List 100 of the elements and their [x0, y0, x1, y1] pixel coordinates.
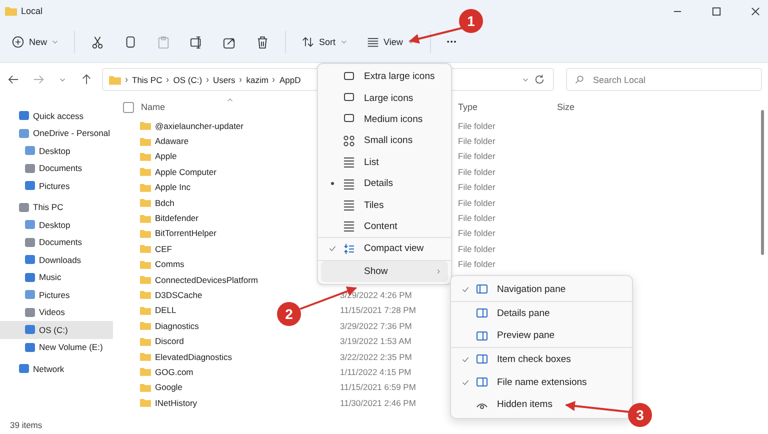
breadcrumb[interactable]: Users — [213, 74, 236, 84]
file-name[interactable]: BitTorrentHelper — [155, 228, 216, 238]
folder-icon — [140, 352, 151, 362]
cut-icon[interactable] — [91, 36, 104, 48]
breadcrumb[interactable]: AppD — [279, 74, 301, 84]
search-icon — [575, 75, 584, 84]
folder-icon — [140, 260, 151, 269]
sort-button[interactable]: Sort — [298, 33, 351, 51]
search-field[interactable]: Search Local — [566, 68, 762, 91]
file-type: File folder — [458, 259, 496, 270]
file-type: File folder — [458, 120, 496, 131]
share-icon[interactable] — [223, 36, 236, 48]
up-icon[interactable] — [81, 74, 92, 85]
menu-item[interactable]: Tiles — [321, 194, 448, 216]
menu-item[interactable]: Details — [321, 172, 448, 194]
folder-icon — [140, 214, 151, 223]
view-button[interactable]: View — [362, 33, 418, 51]
folder-icon — [140, 336, 151, 346]
sidebar-item[interactable]: New Volume (E:) — [0, 338, 113, 356]
sidebar-item[interactable]: Quick access — [0, 107, 113, 124]
file-type: File folder — [458, 166, 496, 177]
breadcrumb[interactable]: This PC — [132, 74, 162, 84]
file-name[interactable]: Google — [155, 382, 182, 392]
menu-item[interactable]: Show › — [321, 260, 448, 282]
file-name[interactable]: Adaware — [155, 136, 189, 146]
file-name[interactable]: Apple — [155, 151, 177, 162]
breadcrumb[interactable]: OS (C:) — [173, 74, 202, 84]
date-modified: 11/30/2021 2:46 PM — [340, 398, 416, 408]
layout-icon — [343, 70, 355, 83]
maximize-icon[interactable] — [712, 6, 721, 16]
column-header[interactable]: Type — [458, 102, 478, 112]
date-modified: 3/29/2022 7:36 PM — [340, 320, 412, 331]
menu-item[interactable]: Hidden items — [454, 393, 629, 416]
menu-item[interactable]: Preview pane — [454, 324, 629, 348]
new-button[interactable]: New — [8, 33, 62, 51]
layout-icon — [343, 134, 355, 147]
sidebar-item[interactable]: OneDrive - Personal — [0, 124, 113, 142]
menu-item[interactable]: Extra large icons — [321, 66, 448, 88]
date-modified: 1/11/2022 4:15 PM — [340, 366, 412, 377]
chevron-right-icon — [125, 76, 128, 82]
file-name[interactable]: CEF — [155, 244, 172, 254]
folder-icon — [140, 367, 151, 376]
sidebar-item[interactable]: Pictures — [0, 286, 113, 304]
scrollbar[interactable] — [761, 110, 764, 255]
file-name[interactable]: @axielauncher-updater — [155, 120, 244, 131]
menu-item[interactable]: List — [321, 152, 448, 173]
file-name[interactable]: Apple Inc — [155, 182, 190, 192]
sidebar-item[interactable]: Documents — [0, 234, 113, 251]
back-icon[interactable] — [8, 74, 19, 85]
date-modified: 11/15/2021 6:59 PM — [340, 382, 416, 392]
folder-icon — [140, 182, 151, 192]
plus-circle-icon — [12, 36, 24, 48]
breadcrumb[interactable]: kazim — [246, 74, 268, 84]
close-icon[interactable] — [751, 6, 760, 16]
file-name[interactable]: Bitdefender — [155, 213, 198, 224]
layout-icon — [343, 199, 355, 212]
menu-item[interactable]: File name extensions — [454, 370, 629, 394]
sidebar-item[interactable]: Pictures — [0, 177, 113, 194]
caret-icon — [52, 40, 58, 44]
menu-item[interactable]: Item check boxes — [454, 348, 629, 371]
select-all-checkbox[interactable] — [123, 102, 134, 112]
file-name[interactable]: GOG.com — [155, 366, 194, 377]
annotation-arrow — [565, 401, 630, 413]
file-name[interactable]: DELL — [155, 305, 176, 316]
file-name[interactable]: Bdch — [155, 198, 174, 208]
sidebar-item[interactable]: Music — [0, 268, 113, 286]
sidebar-item[interactable]: Network — [0, 360, 113, 378]
file-name[interactable]: D3DSCache — [155, 290, 202, 300]
file-name[interactable]: Apple Computer — [155, 166, 216, 177]
menu-item[interactable]: Small icons — [321, 130, 448, 152]
menu-item[interactable]: Navigation pane — [454, 278, 629, 301]
column-header[interactable]: Size — [557, 102, 575, 112]
layout-icon — [343, 178, 355, 190]
menu-item[interactable]: Content — [321, 216, 448, 238]
file-name[interactable]: Discord — [155, 336, 184, 346]
sidebar-item[interactable]: Desktop — [0, 216, 113, 234]
delete-icon[interactable] — [256, 36, 270, 48]
file-name[interactable]: ConnectedDevicesPlatform — [155, 274, 258, 285]
file-type: File folder — [458, 151, 496, 162]
column-header[interactable]: Name — [141, 102, 166, 112]
file-type: File folder — [458, 228, 496, 238]
sidebar-item[interactable]: OS (C:) — [0, 321, 113, 338]
file-name[interactable]: ElevatedDiagnostics — [155, 352, 232, 362]
sidebar-item[interactable]: Videos — [0, 304, 113, 321]
chevron-right-icon — [166, 76, 170, 82]
sidebar-item[interactable]: This PC — [0, 198, 113, 216]
step-badge: 3 — [628, 403, 652, 427]
menu-item[interactable]: Medium icons — [321, 108, 448, 130]
rename-icon[interactable] — [190, 36, 204, 48]
menu-item[interactable]: Details pane — [454, 302, 629, 324]
sidebar-item[interactable]: Documents — [0, 160, 113, 177]
file-name[interactable]: INetHistory — [155, 398, 198, 408]
copy-icon[interactable] — [124, 36, 138, 48]
file-name[interactable]: Comms — [155, 259, 184, 270]
menu-item[interactable]: Compact view — [321, 238, 448, 260]
menu-item[interactable]: Large icons — [321, 87, 448, 109]
sidebar-item[interactable]: Downloads — [0, 251, 113, 268]
refresh-icon[interactable] — [534, 74, 545, 85]
file-name[interactable]: Diagnostics — [155, 320, 199, 331]
sidebar-item[interactable]: Desktop — [0, 142, 113, 160]
